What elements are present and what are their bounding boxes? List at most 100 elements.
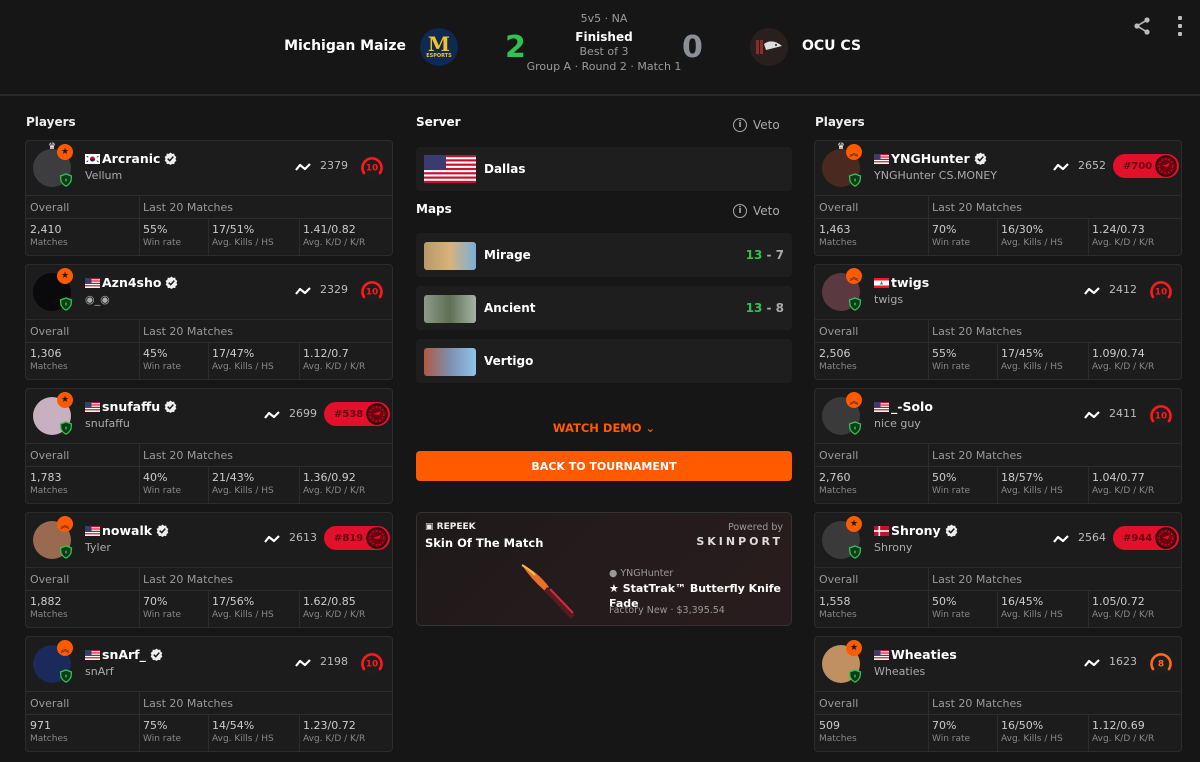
stat-matches: 1,558 Matches bbox=[819, 595, 857, 620]
stat-kills-hs: 14/54% Avg. Kills / HS bbox=[212, 719, 274, 744]
player-name[interactable]: Azn4sho bbox=[102, 275, 161, 290]
rank-badge[interactable]: #538 bbox=[324, 402, 390, 426]
watch-demo-button[interactable]: WATCH DEMO ⌄ bbox=[416, 421, 792, 435]
player-card-ynghunter[interactable]: ♛ ︽ YNGHunter YNGHunter CS.MONEY 2652 #7… bbox=[814, 140, 1182, 256]
elo-trend-icon bbox=[295, 287, 311, 295]
player-avatar-icon: ● bbox=[609, 568, 618, 579]
elo-trend-icon bbox=[1084, 659, 1100, 667]
crown-icon: ♛ bbox=[48, 142, 57, 152]
skill-level-icon[interactable]: 10 bbox=[359, 650, 385, 676]
team-left-name[interactable]: Michigan Maize bbox=[284, 38, 406, 54]
elo-value: 2379 bbox=[320, 159, 348, 172]
elo-value: 1623 bbox=[1109, 655, 1137, 668]
player-name[interactable]: Wheaties bbox=[891, 647, 957, 662]
star-badge-icon: ★ bbox=[846, 516, 862, 532]
team-right-name[interactable]: OCU CS bbox=[802, 38, 861, 54]
best-of: Best of 3 bbox=[579, 45, 629, 58]
map-row-ancient[interactable]: Ancient 13 - 8 bbox=[416, 286, 792, 330]
overall-label: Overall bbox=[30, 325, 70, 338]
elo-value: 2329 bbox=[320, 283, 348, 296]
player-card-snarf[interactable]: ︽ snArf_ snArf 2198 10 Overall Last 20 M… bbox=[25, 636, 393, 752]
skill-level-icon[interactable]: 10 bbox=[1148, 278, 1174, 304]
share-icon[interactable] bbox=[1132, 16, 1152, 36]
skinport-logo[interactable]: SKINPORT bbox=[696, 535, 783, 548]
player-card-shrony[interactable]: ★ Shrony Shrony 2564 #944 Overall Last 2… bbox=[814, 512, 1182, 628]
player-name[interactable]: nowalk bbox=[102, 523, 152, 538]
stat-matches: 509 Matches bbox=[819, 719, 857, 744]
overall-label: Overall bbox=[819, 697, 859, 710]
stat-kills-hs: 18/57% Avg. Kills / HS bbox=[1001, 471, 1063, 496]
player-card-wheaties[interactable]: ★ Wheaties Wheaties 1623 8 Overall Last … bbox=[814, 636, 1182, 752]
svg-text:10: 10 bbox=[1155, 412, 1168, 422]
flag-us-icon bbox=[85, 524, 100, 536]
last20-label: Last 20 Matches bbox=[932, 201, 1022, 214]
svg-text:8: 8 bbox=[1158, 660, 1164, 670]
last20-label: Last 20 Matches bbox=[143, 325, 233, 338]
skill-level-icon[interactable]: 10 bbox=[359, 154, 385, 180]
player-name[interactable]: Shrony bbox=[891, 523, 941, 538]
stat-win-rate: 55% Win rate bbox=[932, 347, 971, 372]
round-info: Group A · Round 2 · Match 1 bbox=[526, 60, 682, 73]
maps-title: Maps bbox=[416, 202, 452, 216]
player-name[interactable]: twigs bbox=[891, 275, 929, 290]
player-card-snufaffu[interactable]: ★ snufaffu snufaffu 2699 #538 Overall La… bbox=[25, 388, 393, 504]
score-right: 0 bbox=[682, 30, 703, 65]
server-veto-button[interactable]: i Veto bbox=[733, 118, 780, 132]
crown-icon: ♛ bbox=[837, 142, 846, 152]
stat-kills-hs: 16/50% Avg. Kills / HS bbox=[1001, 719, 1063, 744]
star-badge-icon: ★ bbox=[846, 640, 862, 656]
player-name[interactable]: snufaffu bbox=[102, 399, 160, 414]
stat-win-rate: 70% Win rate bbox=[932, 223, 971, 248]
stat-matches: 1,882 Matches bbox=[30, 595, 68, 620]
team-left-logo[interactable]: M ESPORTS bbox=[420, 28, 458, 66]
skin-price: Factory New · $3,395.54 bbox=[609, 605, 725, 616]
flag-us-icon bbox=[874, 152, 889, 164]
stat-matches: 2,410 Matches bbox=[30, 223, 68, 248]
chevron-up-badge-icon: ︽ bbox=[57, 640, 73, 656]
team-right-logo[interactable] bbox=[750, 28, 788, 66]
map-row-vertigo[interactable]: Vertigo bbox=[416, 339, 792, 383]
player-nickname: ◉_◉ bbox=[85, 293, 110, 306]
stat-kills-hs: 17/47% Avg. Kills / HS bbox=[212, 347, 274, 372]
player-nickname: Wheaties bbox=[874, 665, 926, 678]
rank-badge[interactable]: #700 bbox=[1113, 154, 1179, 178]
player-name[interactable]: Arcranic bbox=[102, 151, 160, 166]
skill-level-icon[interactable]: 10 bbox=[1148, 402, 1174, 428]
stat-kd-kr: 1.05/0.72 Avg. K/D / K/R bbox=[1092, 595, 1155, 620]
svg-text:10: 10 bbox=[366, 660, 379, 670]
rank-badge[interactable]: #819 bbox=[324, 526, 390, 550]
last20-label: Last 20 Matches bbox=[143, 573, 233, 586]
skin-of-the-match-card[interactable]: ▣ REPEEK Skin Of The Match Powered by SK… bbox=[416, 512, 792, 626]
overall-label: Overall bbox=[30, 697, 70, 710]
elo-trend-icon bbox=[1084, 411, 1100, 419]
player-name[interactable]: snArf_ bbox=[102, 647, 146, 662]
repeek-brand: ▣ REPEEK bbox=[425, 522, 476, 532]
verified-icon bbox=[166, 276, 178, 289]
player-card-solo[interactable]: ︽ _-Solo nice guy 2411 10 Overall Last 2… bbox=[814, 388, 1182, 504]
skill-level-icon[interactable]: 10 bbox=[359, 278, 385, 304]
elo-value: 2412 bbox=[1109, 283, 1137, 296]
repeek-logo-icon: ▣ bbox=[425, 522, 434, 532]
player-name[interactable]: _-Solo bbox=[891, 399, 933, 414]
stat-kills-hs: 21/43% Avg. Kills / HS bbox=[212, 471, 274, 496]
player-card-twigs[interactable]: ︽ twigs twigs 2412 10 Overall Last 20 Ma… bbox=[814, 264, 1182, 380]
skin-owner: ● YNGHunter bbox=[609, 568, 674, 579]
skill-level-icon[interactable]: 8 bbox=[1148, 650, 1174, 676]
player-nickname: snufaffu bbox=[85, 417, 130, 430]
stat-win-rate: 55% Win rate bbox=[143, 223, 182, 248]
player-card-nowalk[interactable]: ︽ nowalk Tyler 2613 #819 Overall Last 20… bbox=[25, 512, 393, 628]
back-to-tournament-button[interactable]: BACK TO TOURNAMENT bbox=[416, 451, 792, 481]
more-options-icon[interactable] bbox=[1176, 16, 1184, 36]
overall-label: Overall bbox=[30, 201, 70, 214]
rank-badge[interactable]: #944 bbox=[1113, 526, 1179, 550]
elo-trend-icon bbox=[264, 411, 280, 419]
stat-kills-hs: 17/56% Avg. Kills / HS bbox=[212, 595, 274, 620]
player-name[interactable]: YNGHunter bbox=[891, 151, 970, 166]
elo-value: 2652 bbox=[1078, 159, 1106, 172]
stat-matches: 1,463 Matches bbox=[819, 223, 857, 248]
player-card-arcranic[interactable]: ♛ ★ Arcranic Vellum 2379 10 Overall Last… bbox=[25, 140, 393, 256]
map-score: 13 - 8 bbox=[745, 301, 784, 315]
map-row-mirage[interactable]: Mirage 13 - 7 bbox=[416, 233, 792, 277]
maps-veto-button[interactable]: i Veto bbox=[733, 204, 780, 218]
player-card-azn4sho[interactable]: ★ Azn4sho ◉_◉ 2329 10 Overall Last 20 Ma… bbox=[25, 264, 393, 380]
